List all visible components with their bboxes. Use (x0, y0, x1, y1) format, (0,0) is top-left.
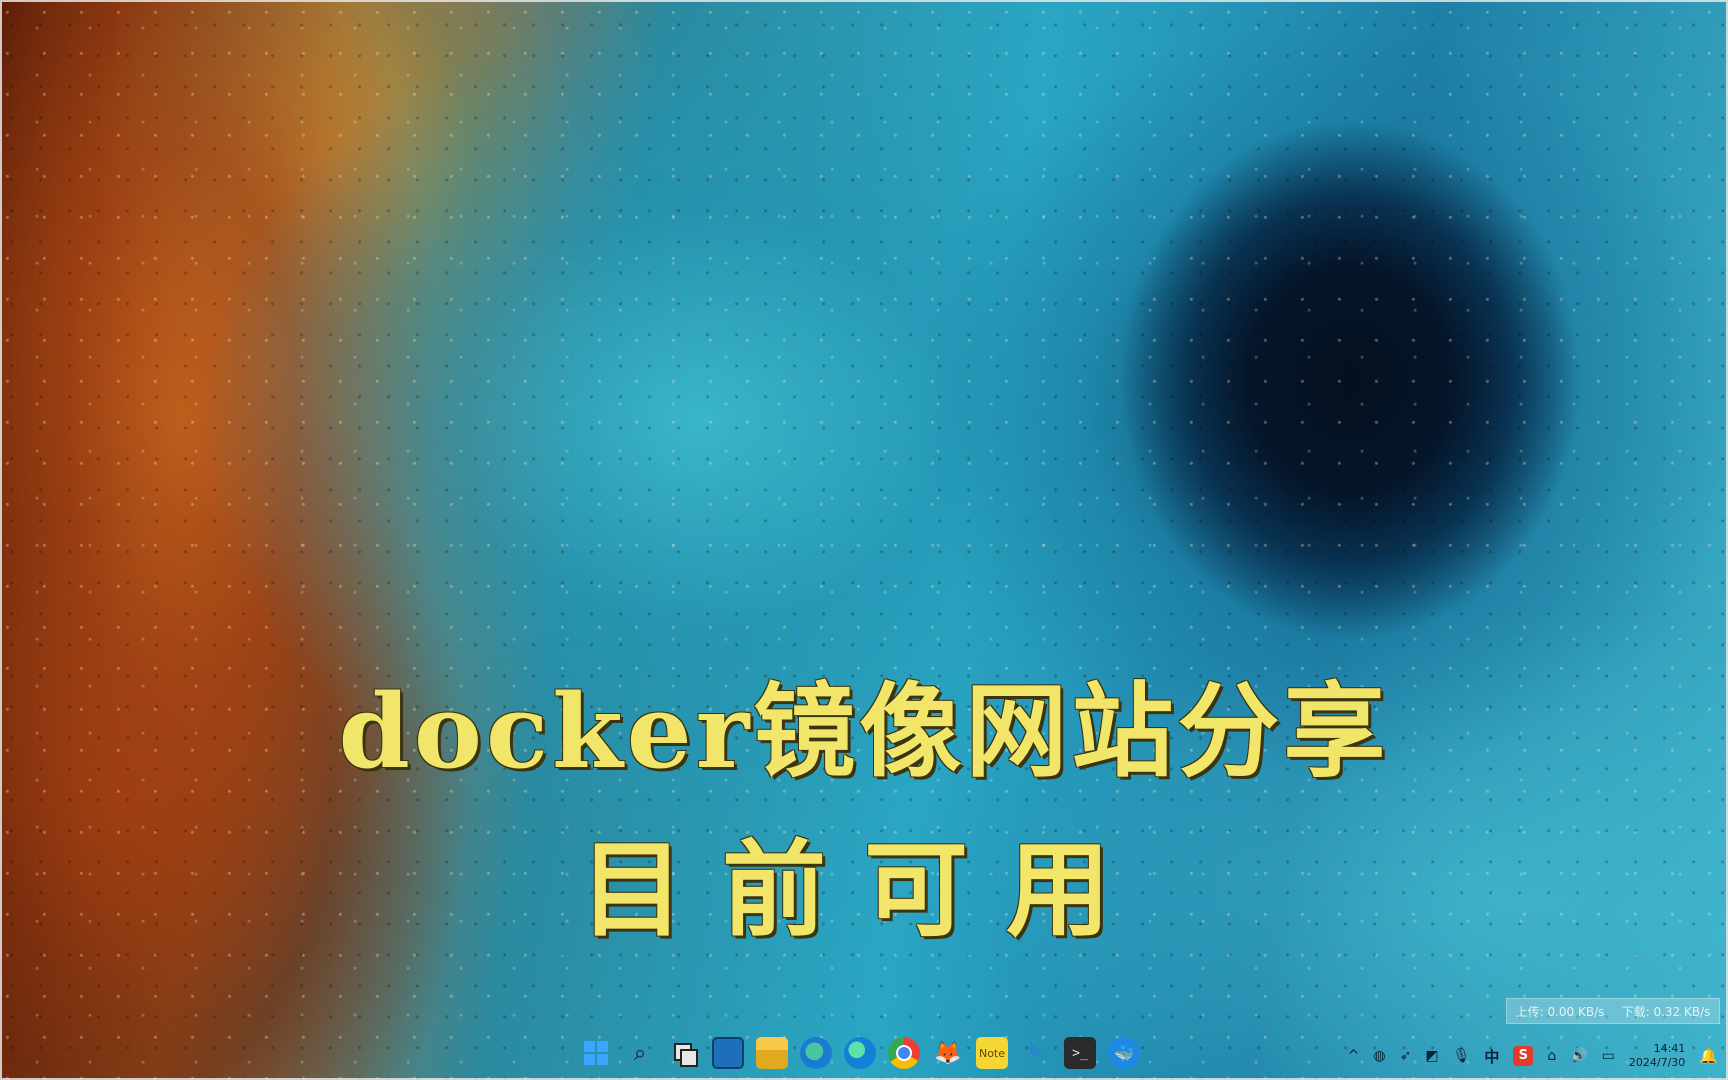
battery-icon[interactable]: ▭ (1602, 1048, 1615, 1064)
fox-app-icon[interactable]: 🦊 (932, 1037, 964, 1069)
search-icon[interactable]: ⌕ (624, 1037, 656, 1069)
clock-date: 2024/7/30 (1628, 1056, 1686, 1069)
bird-icon[interactable]: ➶ (1400, 1048, 1412, 1064)
clock[interactable]: 14:41 2024/7/30 (1629, 1042, 1685, 1070)
video-title-line-2: 目前可用 (579, 828, 1148, 951)
desktop-wallpaper: docker镜像网站分享 目前可用 上传: 0.00 KB/s 下载: 0.32… (0, 0, 1728, 1080)
globe-icon[interactable]: ◍ (1373, 1048, 1385, 1064)
terminal-icon[interactable]: >_ (1064, 1037, 1096, 1069)
pen-tool-icon[interactable]: ✎ (1020, 1037, 1052, 1069)
notification-bell-icon[interactable]: 🔔 (1699, 1047, 1718, 1065)
video-title-line-1: docker镜像网站分享 (338, 672, 1390, 792)
network-app-icon[interactable]: ◩ (1425, 1048, 1438, 1064)
download-speed: 下载: 0.32 KB/s (1621, 1004, 1711, 1019)
task-view-icon[interactable] (668, 1037, 700, 1069)
network-speed-widget: 上传: 0.00 KB/s 下载: 0.32 KB/s (1506, 998, 1720, 1024)
sticky-notes-icon[interactable]: Note (976, 1037, 1008, 1069)
windows-start-icon[interactable] (580, 1037, 612, 1069)
system-tray: ^ ◍ ➶ ◩ 🎙 中 S ⌂ 🔊 ▭ 14:41 2024/7/30 🔔 (1348, 1042, 1718, 1070)
edge-dev-icon[interactable] (800, 1037, 832, 1069)
chrome-icon[interactable] (888, 1037, 920, 1069)
sogou-ime-icon[interactable]: S (1513, 1046, 1534, 1066)
clock-time: 14:41 (1653, 1042, 1686, 1055)
microphone-icon[interactable]: 🎙 (1453, 1048, 1471, 1064)
file-explorer-icon[interactable] (756, 1037, 788, 1069)
taskbar: ⌕ 🦊 Note ✎ >_ 🐳 ^ ◍ ➶ ◩ 🎙 中 S ⌂ 🔊 ▭ 14:4… (0, 1030, 1728, 1080)
widgets-icon[interactable] (712, 1037, 744, 1069)
taskbar-pinned-apps: ⌕ 🦊 Note ✎ >_ 🐳 (580, 1037, 1140, 1069)
edge-icon[interactable] (844, 1037, 876, 1069)
docker-whale-icon[interactable]: 🐳 (1108, 1037, 1140, 1069)
input-method-indicator[interactable]: 中 (1484, 1046, 1499, 1067)
volume-icon[interactable]: 🔊 (1570, 1048, 1587, 1064)
upload-speed: 上传: 0.00 KB/s (1515, 1004, 1605, 1019)
chevron-up-icon[interactable]: ^ (1348, 1048, 1360, 1064)
wifi-icon[interactable]: ⌂ (1547, 1048, 1556, 1064)
